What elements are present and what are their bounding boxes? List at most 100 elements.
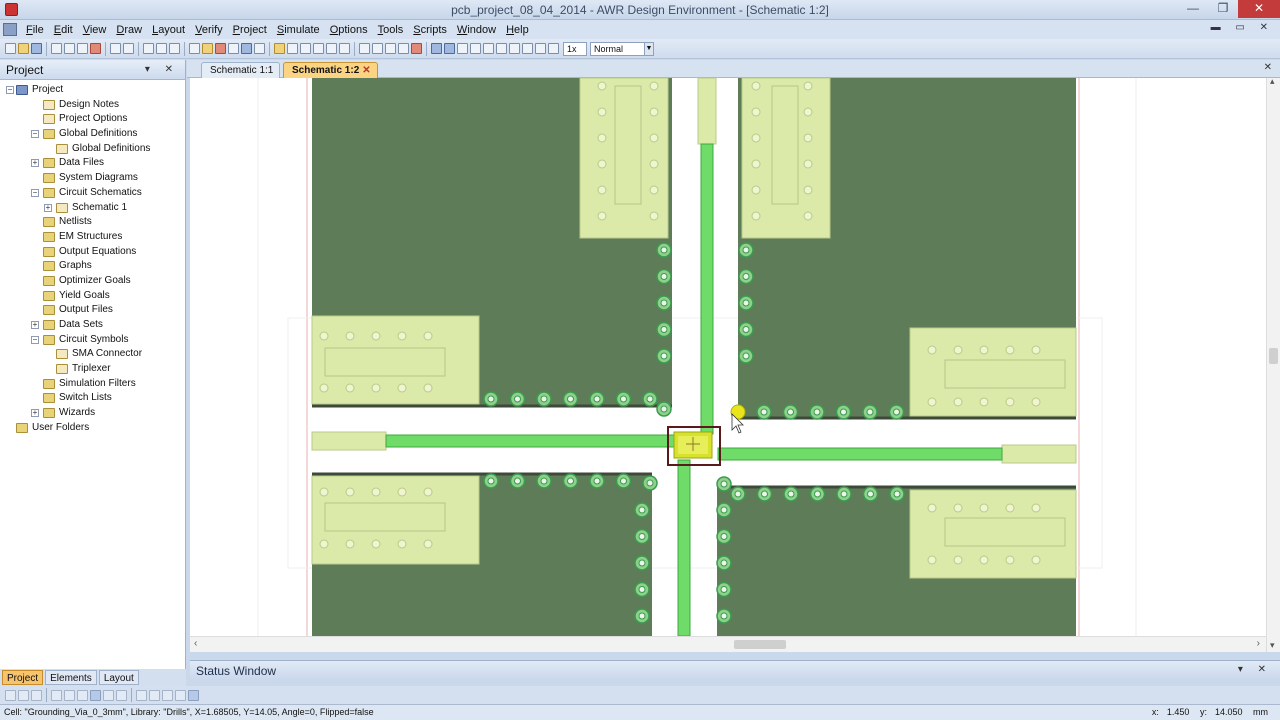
select-icon[interactable] [431,43,442,54]
align-icon[interactable] [372,43,383,54]
via[interactable] [642,475,658,491]
snap-icon[interactable] [359,43,370,54]
via[interactable] [738,321,754,338]
via[interactable] [862,486,879,502]
tree-item[interactable]: EM Structures [0,230,185,245]
via[interactable] [634,502,650,518]
document-menu-icon[interactable] [3,23,17,36]
via[interactable] [716,608,732,624]
expand-icon[interactable]: + [44,203,52,212]
via[interactable] [509,473,526,489]
lower-tool-icon[interactable] [149,689,160,701]
via[interactable] [656,295,672,311]
open-folder-icon[interactable] [18,43,29,54]
menu-scripts[interactable]: Scripts [408,24,452,36]
menu-simulate[interactable]: Simulate [272,24,325,36]
zoom-in-icon[interactable] [143,43,154,54]
tree-item[interactable]: System Diagrams [0,171,185,186]
status-window-controls[interactable]: ▾ ✕ [1238,664,1272,675]
expand-icon[interactable]: + [31,159,39,168]
scroll-left-icon[interactable]: ‹ [194,638,197,649]
lower-tool-icon[interactable] [18,689,29,701]
via[interactable] [562,473,579,489]
rotate-icon[interactable] [385,43,396,54]
via[interactable] [716,476,732,492]
via[interactable] [615,391,632,407]
tree-item[interactable]: SMA Connector [0,347,185,362]
tree-item[interactable]: + Data Sets [0,318,185,333]
tree-item[interactable]: Output Files [0,303,185,318]
copy-icon[interactable] [64,43,75,54]
redo-icon[interactable] [123,43,134,54]
panel-tab-layout[interactable]: Layout [98,670,139,685]
menu-verify[interactable]: Verify [190,24,228,36]
via[interactable] [756,486,773,502]
port-icon[interactable] [215,43,226,54]
via[interactable] [738,348,754,364]
via[interactable] [835,404,852,420]
via[interactable] [809,486,826,502]
via[interactable] [642,391,658,407]
drc-icon[interactable] [411,43,422,54]
lower-tool-icon[interactable] [103,689,114,701]
yield-icon[interactable] [313,43,324,54]
pcb-layout-view[interactable] [190,78,1266,636]
lower-tool-icon[interactable] [31,689,42,701]
panel-tab-project[interactable]: Project [2,670,44,685]
via[interactable] [634,608,650,624]
restore-button[interactable]: ❐ [1208,0,1238,18]
via[interactable] [656,401,672,417]
paste-icon[interactable] [77,43,88,54]
lower-tool-icon[interactable] [64,689,75,701]
collapse-icon[interactable]: − [31,335,39,344]
via[interactable] [738,295,754,311]
via[interactable] [589,391,605,407]
tab-schematic-1-2[interactable]: Schematic 1:2 ✕ [283,62,378,78]
via[interactable] [889,486,905,502]
via[interactable] [483,391,499,407]
menu-options[interactable]: Options [325,24,373,36]
panel-tab-elements[interactable]: Elements [45,670,97,685]
tree-item[interactable]: Project Options [0,112,185,127]
lower-tool-icon[interactable] [136,689,147,701]
menu-tools[interactable]: Tools [373,24,409,36]
tree-item[interactable]: Simulation Filters [0,377,185,392]
via[interactable] [716,502,732,518]
polygon-icon[interactable] [496,43,507,54]
menu-window[interactable]: Window [452,24,501,36]
lower-tool-icon[interactable] [90,689,101,701]
tree-item[interactable]: − Circuit Schematics [0,186,185,201]
menu-edit[interactable]: Edit [49,24,78,36]
via[interactable] [536,473,552,489]
lock-icon[interactable] [548,43,559,54]
tree-item[interactable]: Design Notes [0,98,185,113]
tune-icon[interactable] [287,43,298,54]
box-icon[interactable] [339,43,350,54]
via[interactable] [656,321,672,338]
scroll-right-icon[interactable]: › [1257,638,1260,649]
zoom-out-icon[interactable] [156,43,167,54]
zoom-combo[interactable]: 1x [563,41,587,56]
via[interactable] [656,348,672,364]
tree-item[interactable]: + Wizards [0,406,185,421]
document-close-icon[interactable]: ✕ [1264,62,1272,73]
collapse-icon[interactable]: − [6,86,14,94]
via[interactable] [509,391,526,407]
rectangle-icon[interactable] [509,43,520,54]
lower-tool-icon[interactable] [5,689,16,701]
scroll-down-icon[interactable]: ▾ [1270,640,1275,651]
menu-file[interactable]: File [21,24,49,36]
via[interactable] [634,581,650,598]
tree-item[interactable]: − Circuit Symbols [0,333,185,348]
selected-component[interactable] [667,426,721,466]
flip-icon[interactable] [398,43,409,54]
via[interactable] [562,391,579,407]
element-icon[interactable] [202,43,213,54]
vertical-scrollbar[interactable]: ▴ ▾ [1266,76,1280,652]
via[interactable] [716,581,732,598]
menu-view[interactable]: View [78,24,112,36]
tree-item[interactable]: Netlists [0,215,185,230]
lower-tool-icon[interactable] [77,689,88,701]
tree-item[interactable]: User Folders [0,421,185,436]
layout-canvas[interactable] [190,78,1266,636]
